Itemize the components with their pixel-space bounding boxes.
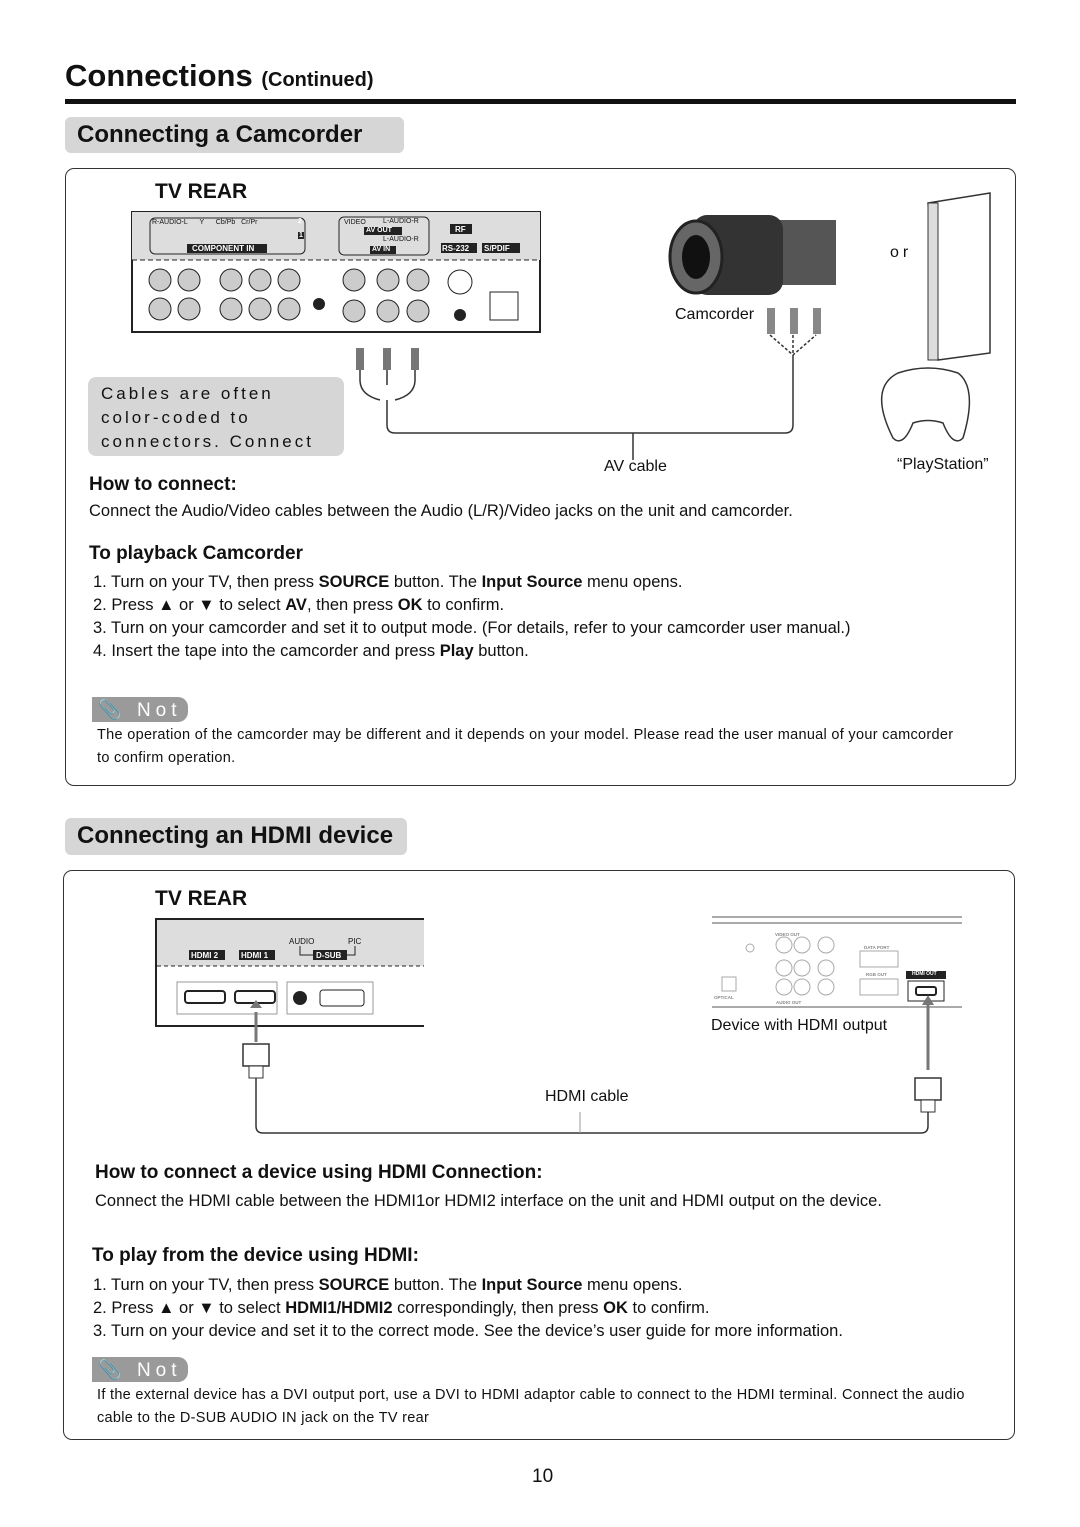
how-to-connect-text: Connect the Audio/Video cables between t… xyxy=(89,502,793,520)
rs232-label: RS-232 xyxy=(442,244,470,253)
av-out-label: AV OUT xyxy=(366,227,392,234)
rf-label: RF xyxy=(455,225,466,234)
hdmi-note-line-1: If the external device has a DVI output … xyxy=(97,1387,965,1403)
rgb-out-label: RGB OUT xyxy=(866,972,887,977)
audio-label: AUDIO xyxy=(289,937,315,946)
section-title-hdmi: Connecting an HDMI device xyxy=(65,818,407,855)
video-out-label: VIDEO OUT xyxy=(775,932,800,937)
av-in-audio-label: L-AUDIO-R xyxy=(383,236,419,243)
dsub-label: D-SUB xyxy=(316,951,342,960)
hdmi2-label: HDMI 2 xyxy=(191,951,219,960)
av-in-label: AV IN xyxy=(372,246,391,253)
playstation-label: “PlayStation” xyxy=(897,456,989,473)
tv-rear-label: TV REAR xyxy=(155,180,248,203)
playback-heading: To playback Camcorder xyxy=(89,543,304,564)
hdmi-note-text: If the external device has a DVI output … xyxy=(97,1384,1057,1430)
tv-rear-label: TV REAR xyxy=(155,887,248,910)
step: 2. Press ▲ or ▼ to select HDMI1/HDMI2 co… xyxy=(93,1299,710,1317)
page-number: 10 xyxy=(532,1466,554,1487)
note-line-1: The operation of the camcorder may be di… xyxy=(97,727,954,743)
paperclip-icon: 📎 xyxy=(98,1360,127,1381)
note-badge: 📎 Not xyxy=(92,1357,188,1382)
step: 1. Turn on your TV, then press SOURCE bu… xyxy=(93,573,683,591)
spdif-label: S/PDIF xyxy=(484,244,510,253)
num2-label: 2 xyxy=(298,218,302,225)
hdmi1-label: HDMI 1 xyxy=(241,951,269,960)
component-in-label: COMPONENT IN xyxy=(192,244,255,253)
paperclip-icon: 📎 xyxy=(98,700,127,721)
how-to-connect-heading: How to connect: xyxy=(89,474,237,495)
camcorder-icon xyxy=(668,215,836,295)
pic-label: PIC xyxy=(348,937,362,946)
section-title-camcorder: Connecting a Camcorder xyxy=(65,117,404,153)
hdmi-cable-illustration xyxy=(242,995,942,1134)
hdmi-how-heading: How to connect a device using HDMI Conne… xyxy=(95,1162,543,1183)
playback-steps: 1. Turn on your TV, then press SOURCE bu… xyxy=(93,571,851,663)
note-text: The operation of the camcorder may be di… xyxy=(97,724,1057,770)
av-cable-illustration xyxy=(356,334,817,460)
note-badge: 📎 Not xyxy=(92,697,188,722)
step: 4. Insert the tape into the camcorder an… xyxy=(93,642,529,660)
hdmi-how-text: Connect the HDMI cable between the HDMI1… xyxy=(95,1192,882,1210)
num1-label: 1 xyxy=(298,232,304,239)
rca-plugs-icon xyxy=(767,308,821,334)
title-rule xyxy=(65,99,1016,104)
hdmi-play-heading: To play from the device using HDMI: xyxy=(92,1245,419,1266)
camcorder-label: Camcorder xyxy=(675,306,755,323)
playstation-icon xyxy=(881,192,991,442)
av-cable-label: AV cable xyxy=(604,458,667,475)
note-line-2: to confirm operation. xyxy=(97,750,236,766)
hdmi-note-line-2: cable to the D-SUB AUDIO IN jack on the … xyxy=(97,1410,430,1426)
av-out-video-label: VIDEO xyxy=(344,219,366,226)
av-out-audio-label: L-AUDIO-R xyxy=(383,218,419,225)
step: 2. Press ▲ or ▼ to select AV, then press… xyxy=(93,596,505,614)
step: 3. Turn on your camcorder and set it to … xyxy=(93,619,851,637)
step: 1. Turn on your TV, then press SOURCE bu… xyxy=(93,1276,683,1294)
component-labels: R-AUDIO-L Y Cb/Pb Cr/Pr xyxy=(152,219,258,226)
hdmi-device-illustration xyxy=(712,916,962,1008)
hdmi-steps: 1. Turn on your TV, then press SOURCE bu… xyxy=(93,1274,843,1343)
data-port-label: DATA PORT xyxy=(864,945,890,950)
step: 3. Turn on your device and set it to the… xyxy=(93,1322,843,1340)
hdmi-cable-label: HDMI cable xyxy=(545,1088,629,1105)
hdmi-out-label: HDMI OUT xyxy=(912,971,937,977)
page-title: Connections (Continued) xyxy=(65,58,374,93)
cable-color-note: Cables are often color-coded to connecto… xyxy=(88,377,344,456)
